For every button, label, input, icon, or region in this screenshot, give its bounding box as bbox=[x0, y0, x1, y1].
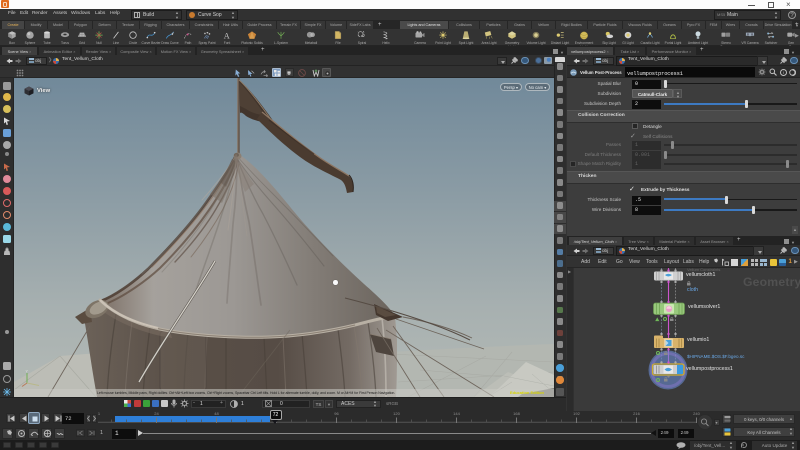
svg-text:Y: Y bbox=[26, 370, 29, 374]
svg-text:A: A bbox=[224, 31, 230, 39]
